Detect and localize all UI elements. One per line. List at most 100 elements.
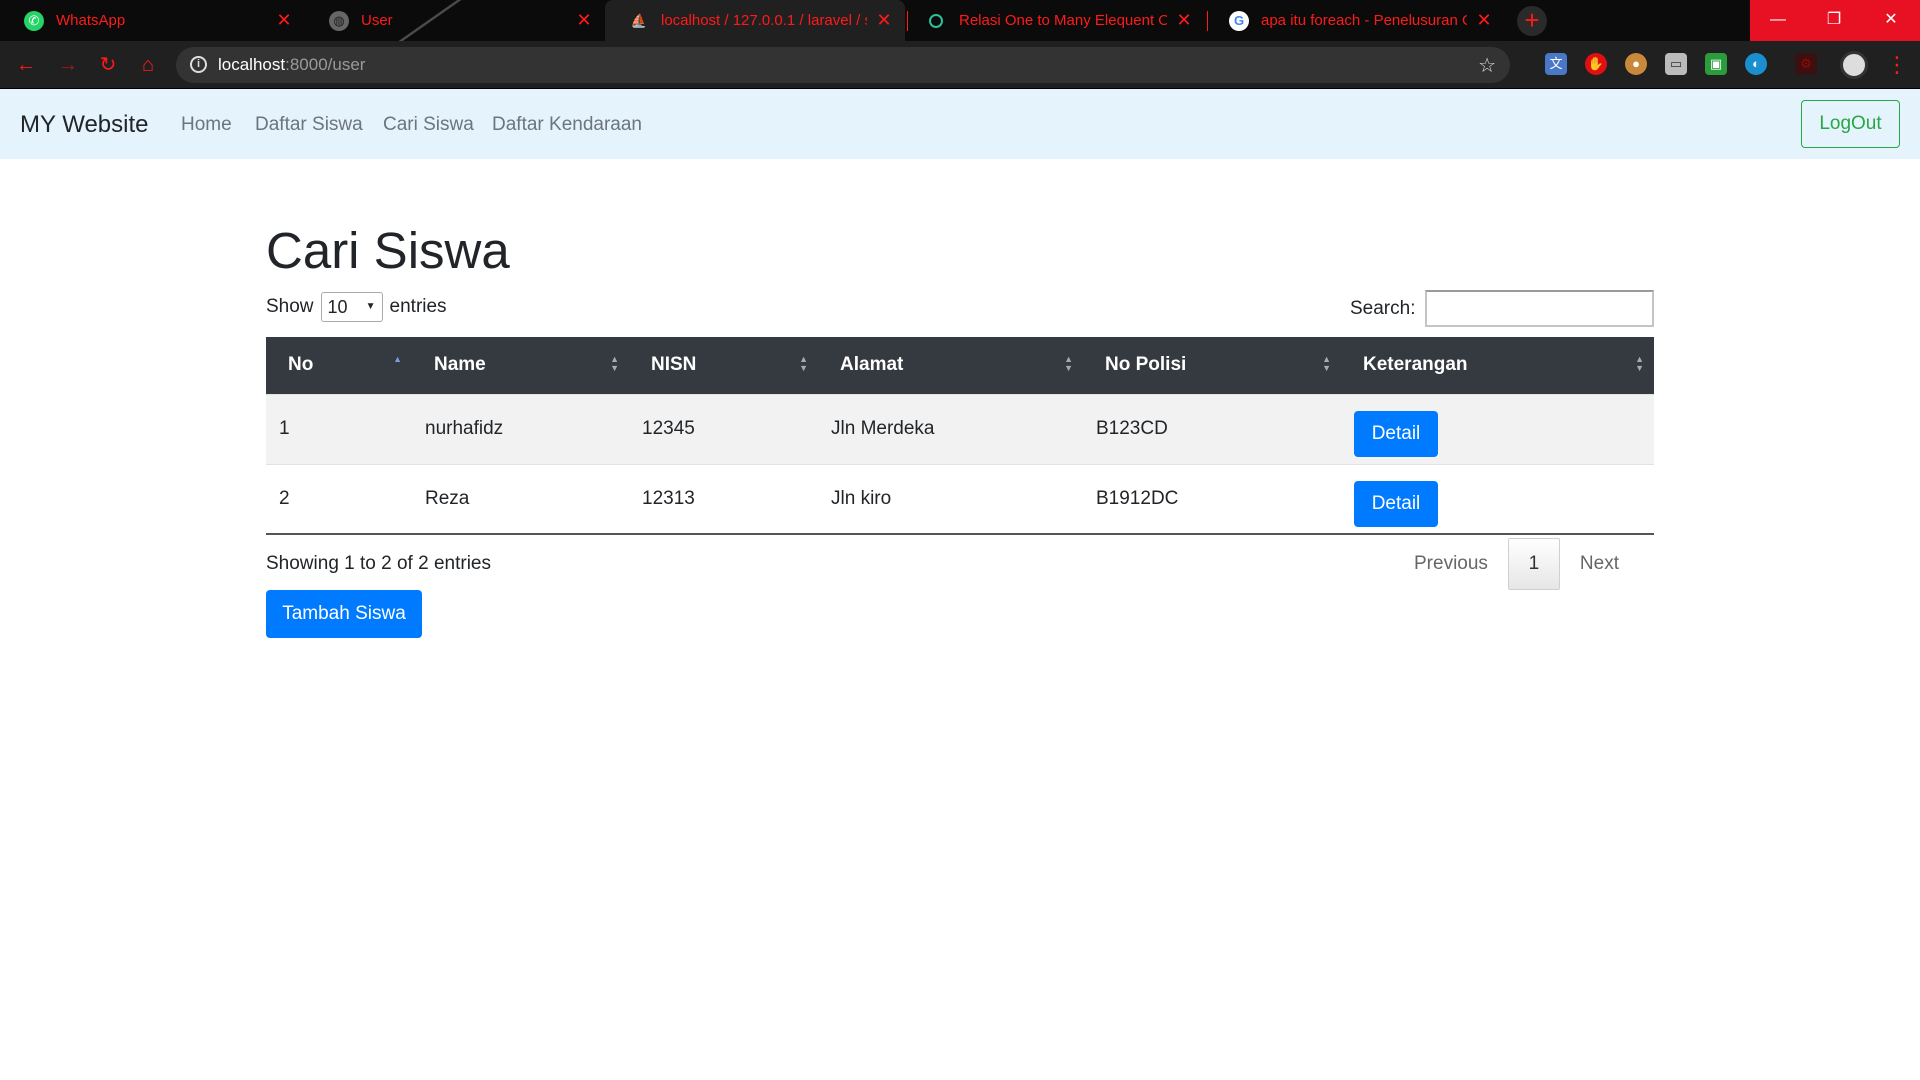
url-text[interactable]: localhost:8000/user [218,55,365,75]
table-row: 1 nurhafidz 12345 Jln Merdeka B123CD Det… [266,393,1654,464]
close-tab-icon[interactable]: ✕ [1175,10,1193,31]
detail-button[interactable]: Detail [1354,411,1438,457]
tab-title: apa itu foreach - Penelusuran Google [1261,12,1467,29]
page-length-select[interactable]: 10 ▼ [320,292,383,322]
close-tab-icon[interactable]: ✕ [875,10,893,31]
search-input[interactable] [1425,290,1655,327]
browser-tab-strip: ✆ WhatsApp ✕ ◍ User ✕ ⛵ localhost / 127.… [0,0,1920,41]
cookie-extension-icon[interactable]: ● [1625,53,1647,75]
profile-avatar[interactable] [1840,51,1868,79]
cell-no: 1 [266,393,412,464]
restore-button[interactable]: ❐ [1806,0,1862,41]
whatsapp-icon: ✆ [24,10,44,31]
page-viewport: MY Website Home Daftar Siswa Cari Siswa … [0,89,1920,1080]
sort-both-icon: ▲ ▼ [1322,354,1331,373]
browser-toolbar: ← → ↻ ⌂ i localhost:8000/user ☆ 文 ✋ ● ▭ … [0,41,1920,89]
address-bar[interactable]: i localhost:8000/user ☆ [176,47,1510,83]
table-info: Showing 1 to 2 of 2 entries [266,553,491,574]
site-info-icon[interactable]: i [190,56,207,73]
back-arrow-icon[interactable]: ← [14,53,38,77]
siswa-table: No ▲ Name ▲ ▼ NISN ▲ ▼ Alamat ▲ ▼ No Polisi ▲ ▼ K… [266,337,1654,535]
column-header-label: Keterangan [1363,354,1468,376]
cell-no: 2 [266,463,412,535]
browser-tab-google[interactable]: G apa itu foreach - Penelusuran Google ✕ [1205,0,1505,41]
url-path: :8000/user [285,55,366,74]
column-header-nisn[interactable]: NISN ▲ ▼ [629,337,818,394]
detail-button[interactable]: Detail [1354,480,1438,527]
column-header-label: Alamat [840,354,904,376]
cell-alamat: Jln kiro [818,463,1083,535]
close-tab-icon[interactable]: ✕ [275,10,293,31]
sort-asc-icon: ▲ [393,354,402,364]
image-extension-icon[interactable]: ▣ [1705,53,1727,75]
tab-title: Relasi One to Many Elequent ORM [959,12,1167,29]
window-extension-icon[interactable]: ▭ [1665,53,1687,75]
page-1-button[interactable]: 1 [1507,538,1560,590]
tab-title: WhatsApp [56,12,126,29]
cell-name: Reza [412,463,629,535]
column-header-label: No Polisi [1105,354,1187,376]
cell-alamat: Jln Merdeka [818,393,1083,464]
navbar-brand[interactable]: MY Website [20,111,149,139]
cell-nisn: 12345 [629,393,818,464]
caret-down-icon: ▼ [365,301,376,312]
sort-both-icon: ▲ ▼ [799,354,808,373]
show-label: Show [266,296,314,317]
table-header-row: No ▲ Name ▲ ▼ NISN ▲ ▼ Alamat ▲ ▼ No Polisi ▲ ▼ K… [266,337,1654,394]
forward-arrow-icon[interactable]: → [56,53,80,77]
column-header-label: Name [434,354,486,376]
phpmyadmin-icon: ⛵ [630,12,648,28]
adblock-extension-icon[interactable]: ✋ [1585,53,1607,75]
entries-label: entries [389,296,447,317]
sort-both-icon: ▲ ▼ [1064,354,1073,373]
column-header-no[interactable]: No ▲ [266,337,412,394]
new-tab-button[interactable]: + [1517,6,1547,36]
previous-page-button[interactable]: Previous [1394,538,1508,590]
column-header-label: No [288,354,314,376]
reload-icon[interactable]: ↻ [96,53,120,77]
globe-icon: ◍ [329,10,349,31]
column-header-keterangan[interactable]: Keterangan ▲ ▼ [1341,337,1654,394]
sort-both-icon: ▲ ▼ [610,354,619,373]
close-tab-icon[interactable]: ✕ [1475,10,1493,31]
page-length-control: Show 10 ▼ entries [266,292,447,322]
table-search: Search: [1350,290,1655,327]
tab-title: User [361,12,393,29]
column-header-alamat[interactable]: Alamat ▲ ▼ [818,337,1083,394]
browser-tab-phpmyadmin[interactable]: ⛵ localhost / 127.0.0.1 / laravel / st ✕ [605,0,905,41]
page-title: Cari Siswa [266,222,510,279]
page-length-value: 10 [327,297,348,317]
cell-no-polisi: B123CD [1083,393,1341,464]
translate-extension-icon[interactable]: 文 [1545,53,1567,75]
column-header-no-polisi[interactable]: No Polisi ▲ ▼ [1083,337,1341,394]
url-host: localhost [218,55,286,74]
globe-extension-icon[interactable]: ◐ [1745,53,1767,75]
search-label: Search: [1350,297,1416,319]
google-icon: G [1229,10,1249,31]
sort-both-icon: ▲ ▼ [1635,354,1644,373]
browser-tab-whatsapp[interactable]: ✆ WhatsApp ✕ [0,0,305,41]
browser-tab-relasi[interactable]: Relasi One to Many Elequent ORM ✕ [905,0,1205,41]
cell-name: nurhafidz [412,393,629,464]
browser-menu-icon[interactable]: ⋮ [1886,51,1908,79]
close-tab-icon[interactable]: ✕ [575,10,593,31]
nav-link-daftar-kendaraan[interactable]: Daftar Kendaraan [492,114,642,136]
home-icon[interactable]: ⌂ [136,53,160,77]
next-page-button[interactable]: Next [1560,538,1639,590]
dark-extension-icon[interactable]: ⚙ [1795,53,1817,75]
minimize-button[interactable]: — [1750,0,1806,41]
nav-link-daftar-siswa[interactable]: Daftar Siswa [255,114,363,136]
table-row: 2 Reza 12313 Jln kiro B1912DC Detail [266,463,1654,535]
cell-no-polisi: B1912DC [1083,463,1341,535]
nav-link-cari-siswa[interactable]: Cari Siswa [383,114,474,136]
site-navbar: MY Website Home Daftar Siswa Cari Siswa … [0,89,1920,159]
cell-keterangan: Detail [1341,393,1654,464]
column-header-name[interactable]: Name ▲ ▼ [412,337,629,394]
cell-nisn: 12313 [629,463,818,535]
nav-link-home[interactable]: Home [181,114,232,136]
close-window-button[interactable]: ✕ [1862,0,1920,41]
tambah-siswa-button[interactable]: Tambah Siswa [266,590,422,638]
browser-tab-user[interactable]: ◍ User ✕ [305,0,605,41]
bookmark-star-icon[interactable]: ☆ [1478,53,1496,78]
logout-button[interactable]: LogOut [1801,100,1900,148]
